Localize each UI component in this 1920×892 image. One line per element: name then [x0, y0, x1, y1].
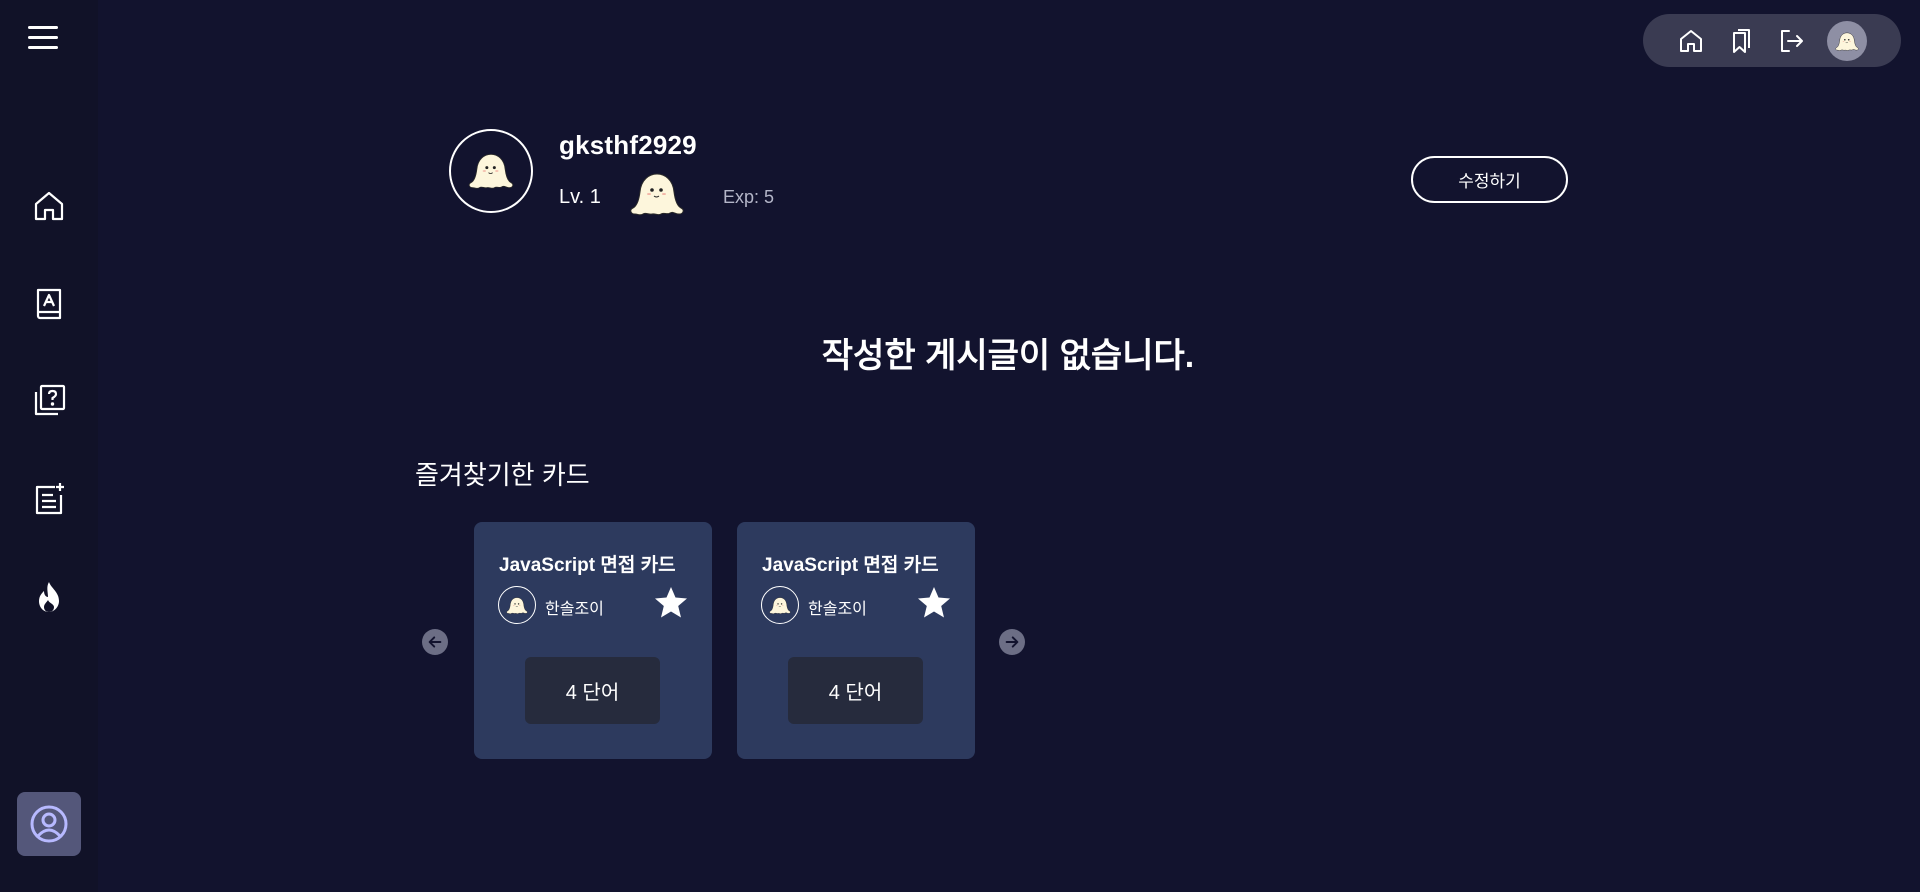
empty-posts-message: 작성한 게시글이 없습니다.	[821, 337, 1195, 375]
username: gksthf2929	[559, 130, 697, 160]
favorite-card[interactable]: JavaScript 면접 카드 한솔조이 4 단어	[737, 522, 975, 759]
logout-icon[interactable]	[1777, 27, 1805, 55]
sidebar-item-write[interactable]	[26, 476, 72, 522]
star-icon[interactable]	[653, 585, 689, 621]
edit-profile-button[interactable]: 수정하기	[1411, 156, 1568, 203]
ghost-character-icon	[505, 596, 529, 615]
star-icon[interactable]	[916, 585, 952, 621]
sidebar-item-popular[interactable]	[26, 574, 72, 620]
question-cards-icon	[34, 384, 66, 416]
arrow-left-icon	[428, 636, 442, 648]
author-avatar	[761, 586, 799, 624]
favorite-card[interactable]: JavaScript 면접 카드 한솔조이 4 단어	[474, 522, 712, 759]
author-avatar	[498, 586, 536, 624]
ghost-character-icon	[768, 596, 792, 615]
card-author: 한솔조이	[545, 601, 604, 618]
arrow-right-icon	[1005, 636, 1019, 648]
level-character-icon	[626, 170, 688, 218]
card-author: 한솔조이	[808, 601, 867, 618]
avatar[interactable]	[1827, 21, 1867, 61]
card-title: JavaScript 면접 카드	[499, 555, 676, 576]
carousel-next-button[interactable]	[999, 629, 1025, 655]
exp-label: Exp: 5	[723, 187, 775, 207]
top-nav-bar	[1643, 14, 1901, 67]
sidebar-item-quiz[interactable]	[26, 378, 72, 424]
home-icon	[34, 191, 64, 221]
home-icon[interactable]	[1677, 27, 1705, 55]
carousel-prev-button[interactable]	[422, 629, 448, 655]
sidebar-item-home[interactable]	[26, 183, 72, 229]
sidebar-item-profile[interactable]	[17, 792, 81, 856]
word-count: 4 단어	[525, 657, 660, 724]
ghost-character-icon	[466, 151, 516, 191]
fire-icon	[39, 582, 59, 612]
user-circle-icon	[30, 805, 68, 843]
word-count: 4 단어	[788, 657, 923, 724]
ghost-character-icon	[1834, 31, 1860, 52]
favorites-title: 즐겨찾기한 카드	[415, 460, 590, 490]
card-title: JavaScript 면접 카드	[762, 555, 939, 576]
note-add-icon	[35, 483, 64, 515]
sidebar	[0, 0, 98, 892]
hamburger-menu-icon[interactable]	[26, 20, 62, 56]
profile-avatar	[449, 129, 533, 213]
book-icon	[36, 288, 62, 320]
bookmark-icon[interactable]	[1727, 27, 1755, 55]
sidebar-item-wordbook[interactable]	[26, 281, 72, 327]
level-label: Lv. 1	[559, 186, 601, 208]
